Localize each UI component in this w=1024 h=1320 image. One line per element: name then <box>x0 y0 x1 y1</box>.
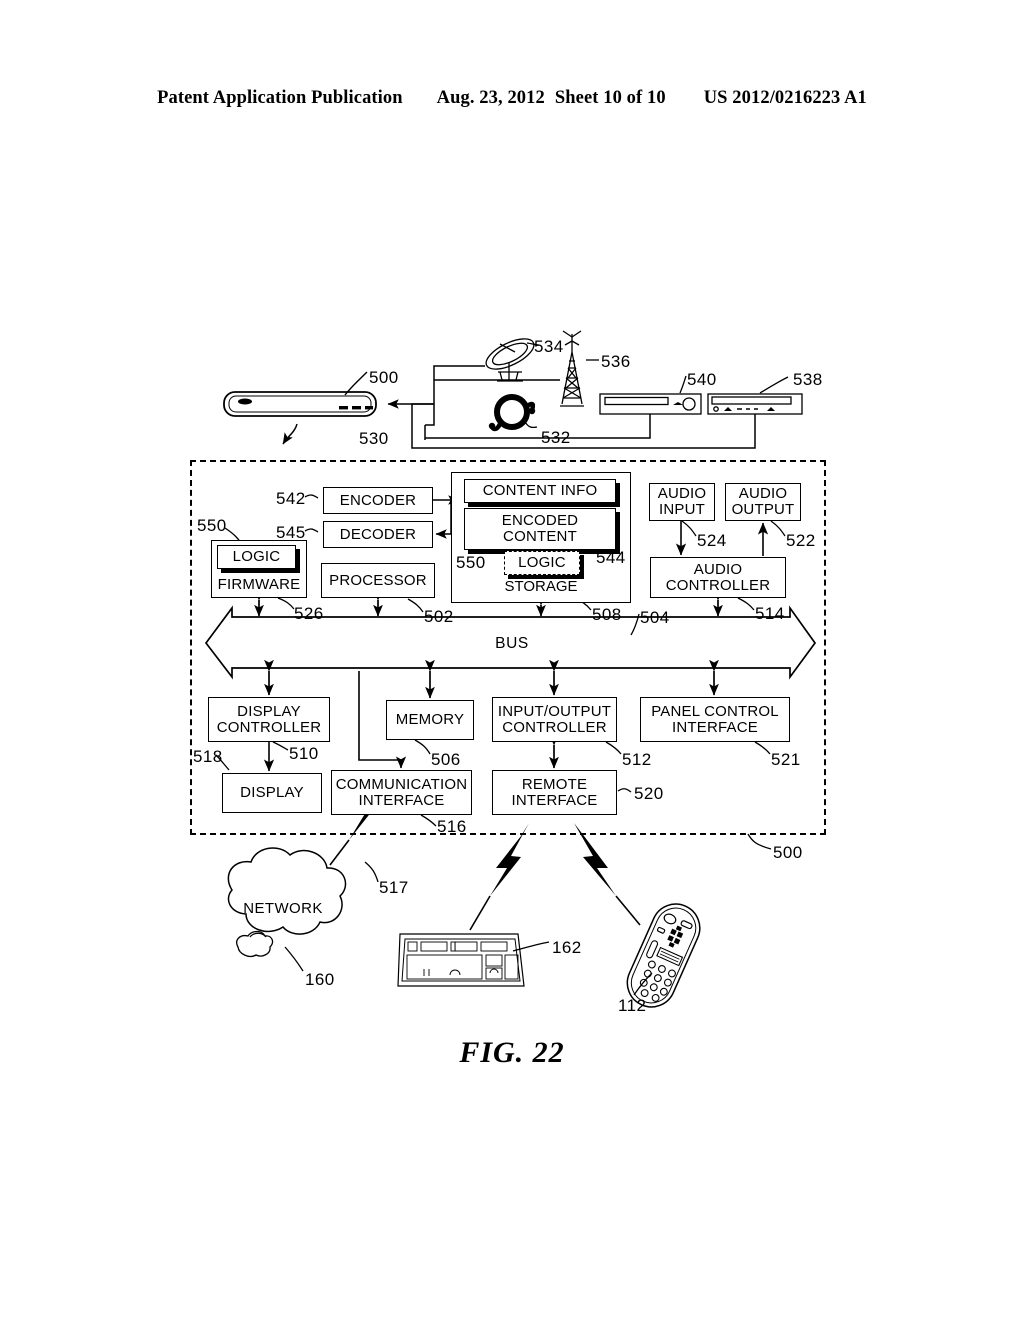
block-remote-line1: REMOTE <box>521 775 588 793</box>
block-audio-controller[interactable]: AUDIO CONTROLLER <box>650 557 786 598</box>
patent-figure-page: Patent Application Publication Aug. 23, … <box>0 0 1024 1320</box>
block-encoder-label: ENCODER <box>339 491 417 509</box>
ref-532: 532 <box>541 428 571 447</box>
block-firmware-logic[interactable]: LOGIC <box>217 545 296 569</box>
block-firmware-label: FIRMWARE <box>217 576 301 594</box>
ref-506: 506 <box>431 750 461 769</box>
ref-510: 510 <box>289 744 319 763</box>
ref-534: 534 <box>534 337 564 356</box>
ref-538: 538 <box>793 370 823 389</box>
block-io-controller-line2: CONTROLLER <box>502 718 607 736</box>
network-cloud-label: NETWORK <box>243 900 323 917</box>
ref-112: 112 <box>618 996 647 1015</box>
ref-550-firmware: 550 <box>197 516 227 535</box>
set-top-box-icon <box>223 371 377 417</box>
block-encoder[interactable]: ENCODER <box>323 487 433 514</box>
block-io-controller-line1: INPUT/OUTPUT <box>497 702 612 720</box>
block-storage-logic[interactable]: LOGIC <box>504 551 580 575</box>
block-panel-control-line1: PANEL CONTROL <box>651 702 779 720</box>
system-pointer-arrow <box>282 423 298 445</box>
ref-550-storage: 550 <box>456 553 486 572</box>
block-memory[interactable]: MEMORY <box>386 700 474 740</box>
block-communication-interface[interactable]: COMMUNICATION INTERFACE <box>331 770 472 815</box>
block-panel-control-interface[interactable]: PANEL CONTROL INTERFACE <box>640 697 790 742</box>
block-io-controller[interactable]: INPUT/OUTPUT CONTROLLER <box>492 697 617 742</box>
block-processor[interactable]: PROCESSOR <box>321 563 435 598</box>
ref-518: 518 <box>193 747 223 766</box>
block-memory-label: MEMORY <box>395 711 465 729</box>
antenna-tower-icon <box>560 330 599 407</box>
block-decoder[interactable]: DECODER <box>323 521 433 548</box>
ref-500-top: 500 <box>369 368 399 387</box>
ref-540: 540 <box>687 370 717 389</box>
block-display-label: DISPLAY <box>240 784 304 802</box>
block-audio-input-line1: AUDIO <box>657 485 707 503</box>
block-processor-label: PROCESSOR <box>329 571 427 589</box>
block-remote-interface[interactable]: REMOTE INTERFACE <box>492 770 617 815</box>
block-encoded-content-line2: CONTENT <box>503 528 577 545</box>
block-display-controller[interactable]: DISPLAY CONTROLLER <box>208 697 330 742</box>
block-audio-output[interactable]: AUDIO OUTPUT <box>725 483 801 521</box>
ref-512: 512 <box>622 750 652 769</box>
block-content-info-label: CONTENT INFO <box>482 482 598 500</box>
block-display-controller-line2: CONTROLLER <box>216 718 322 736</box>
block-decoder-label: DECODER <box>339 525 417 543</box>
block-communication-line2: INTERFACE <box>358 791 445 809</box>
block-panel-control-line2: INTERFACE <box>672 718 758 736</box>
block-audio-output-line2: OUTPUT <box>731 501 795 518</box>
keyboard-icon <box>397 933 525 987</box>
ref-520: 520 <box>634 784 664 803</box>
ref-544: 544 <box>596 548 626 567</box>
satellite-dish-icon <box>485 338 540 382</box>
media-player-538-icon <box>707 376 803 415</box>
block-audio-input-line2: INPUT <box>659 501 705 518</box>
block-encoded-content[interactable]: ENCODED CONTENT <box>464 508 616 550</box>
block-firmware-logic-label: LOGIC <box>232 548 281 566</box>
block-display[interactable]: DISPLAY <box>222 773 322 813</box>
ref-517: 517 <box>379 878 409 897</box>
block-storage-logic-label: LOGIC <box>518 554 566 572</box>
block-storage-label: STORAGE <box>504 578 578 595</box>
bus-label: BUS <box>495 635 529 652</box>
block-encoded-content-line1: ENCODED <box>501 512 579 530</box>
block-audio-output-line1: AUDIO <box>738 485 788 503</box>
ref-502: 502 <box>424 607 454 626</box>
ref-508: 508 <box>592 605 622 624</box>
ref-536: 536 <box>601 352 631 371</box>
ref-521: 521 <box>771 750 801 769</box>
ref-516: 516 <box>437 817 467 836</box>
block-remote-line2: INTERFACE <box>511 791 598 809</box>
ref-504: 504 <box>640 608 670 627</box>
media-player-540-icon <box>599 375 702 415</box>
ref-530: 530 <box>359 429 389 448</box>
ref-524: 524 <box>697 531 727 550</box>
block-content-info[interactable]: CONTENT INFO <box>464 479 616 503</box>
ref-526: 526 <box>294 604 324 623</box>
block-audio-controller-line2: CONTROLLER <box>665 576 771 594</box>
ref-522: 522 <box>786 531 816 550</box>
block-communication-line1: COMMUNICATION <box>335 775 468 793</box>
ref-162: 162 <box>552 938 582 957</box>
ref-500-bottom: 500 <box>773 843 803 862</box>
ref-542: 542 <box>276 489 306 508</box>
ref-514: 514 <box>755 604 785 623</box>
ref-160: 160 <box>305 970 335 989</box>
ref-545: 545 <box>276 523 306 542</box>
block-audio-input[interactable]: AUDIO INPUT <box>649 483 715 521</box>
cable-coil-icon <box>488 394 538 432</box>
block-audio-controller-line1: AUDIO <box>693 560 743 578</box>
block-display-controller-line1: DISPLAY <box>237 702 301 720</box>
